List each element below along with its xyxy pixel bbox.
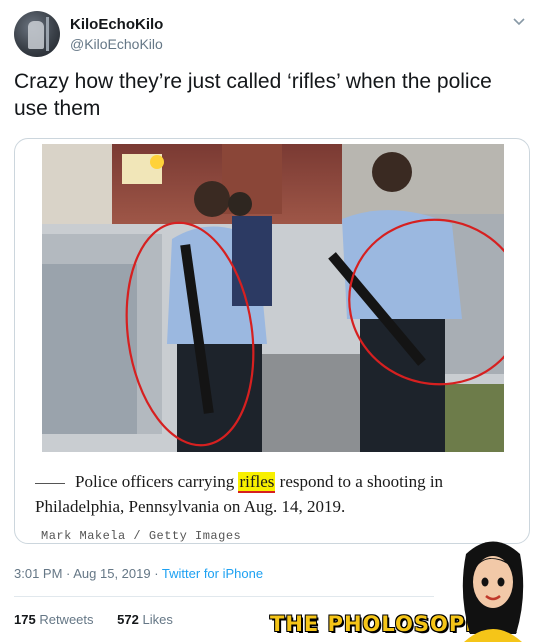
retweets-stat[interactable]: 175 Retweets (14, 612, 94, 627)
tweet-text: Crazy how they’re just called ‘rifles’ w… (14, 70, 492, 120)
stats-divider (14, 596, 434, 597)
avatar-pole (46, 17, 49, 51)
likes-stat[interactable]: 572 Likes (117, 612, 173, 627)
photo-caption: Police officers carrying rifles respond … (35, 469, 515, 519)
mascot-illustration (462, 541, 524, 642)
media-card[interactable]: Police officers carrying rifles respond … (14, 138, 530, 544)
avatar-figure (28, 21, 44, 49)
news-photo[interactable] (42, 144, 504, 452)
caption-text-before: Police officers carrying (75, 472, 239, 491)
likes-label: Likes (142, 612, 173, 627)
tweet-source-link[interactable]: Twitter for iPhone (162, 566, 263, 581)
tweet-timestamp: 3:01 PM · Aug 15, 2019 · Twitter for iPh… (14, 566, 263, 581)
caption-dash (35, 482, 65, 484)
timestamp-text[interactable]: 3:01 PM · Aug 15, 2019 · (14, 566, 162, 581)
user-handle[interactable]: @KiloEchoKilo (70, 36, 163, 52)
chevron-down-icon[interactable] (512, 14, 526, 28)
photo-credit: Mark Makela / Getty Images (41, 529, 242, 543)
display-name[interactable]: KiloEchoKilo (70, 16, 163, 33)
likes-count: 572 (117, 612, 139, 627)
retweets-count: 175 (14, 612, 36, 627)
retweets-label: Retweets (39, 612, 94, 627)
caption-highlighted-word: rifles (238, 472, 276, 493)
tweet-stats: 175 Retweets 572 Likes (14, 612, 173, 627)
tweet-header: KiloEchoKilo @KiloEchoKilo (14, 8, 526, 60)
avatar[interactable] (14, 11, 60, 57)
